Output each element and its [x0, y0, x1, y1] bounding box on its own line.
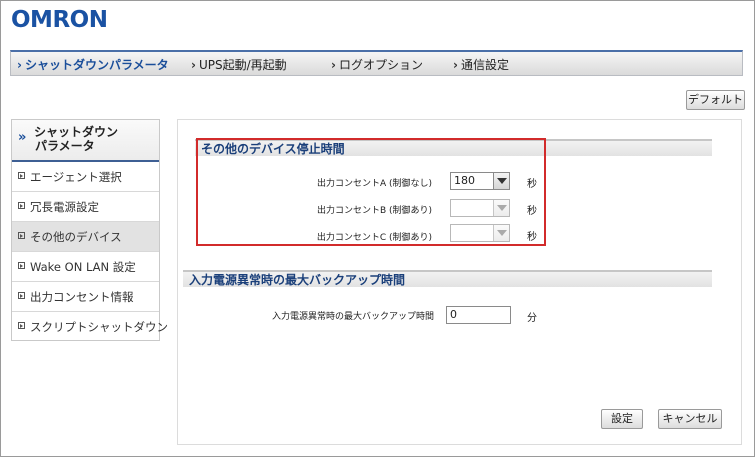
dropdown-arrow-icon [493, 200, 509, 216]
tab-shutdown-parameters[interactable]: › シャットダウンパラメータ [17, 56, 169, 73]
tab-label: 通信設定 [460, 58, 509, 72]
section-max-backup-title: 入力電源異常時の最大バックアップ時間 [183, 270, 712, 287]
outlet-b-unit: 秒 [527, 206, 537, 217]
sidebar-item-label: Wake ON LAN 設定 [30, 260, 136, 274]
tab-log-options[interactable]: › ログオプション [331, 56, 423, 73]
top-navigation: › シャットダウンパラメータ › UPS起動/再起動 › ログオプション › 通信設定 [10, 50, 743, 76]
sidebar-item-label: エージェント選択 [30, 170, 122, 184]
tab-communication-settings[interactable]: › 通信設定 [453, 56, 509, 73]
arrow-box-icon [18, 262, 25, 269]
outlet-a-value: 180 [454, 174, 475, 187]
sidebar-item-label: スクリプトシャットダウン [30, 320, 168, 334]
tab-label: ログオプション [338, 58, 423, 72]
sidebar-item-redundant-power[interactable]: 冗長電源設定 [12, 192, 159, 222]
save-button[interactable]: 設定 [601, 409, 643, 429]
omron-logo: OMRON [11, 7, 108, 33]
chevron-right-icon: › [17, 58, 22, 72]
arrow-box-icon [18, 172, 25, 179]
sidebar-item-outlet-info[interactable]: 出力コンセント情報 [12, 282, 159, 312]
section-other-devices-title: その他のデバイス停止時間 [195, 139, 712, 156]
tab-ups-startup-restart[interactable]: › UPS起動/再起動 [191, 56, 287, 73]
cancel-button[interactable]: キャンセル [658, 409, 722, 429]
outlet-c-label: 出力コンセントC (制御あり) [316, 233, 432, 243]
tab-label: UPS起動/再起動 [198, 58, 287, 72]
outlet-b-label: 出力コンセントB (制御あり) [316, 206, 432, 216]
default-button[interactable]: デフォルト [686, 90, 745, 110]
sidebar-title-line2: パラメータ [35, 139, 95, 153]
arrow-box-icon [18, 292, 25, 299]
dropdown-arrow-icon [493, 173, 509, 189]
arrow-box-icon [18, 322, 25, 329]
sidebar-item-label: 出力コンセント情報 [30, 290, 134, 304]
max-backup-label: 入力電源異常時の最大バックアップ時間 [271, 312, 434, 322]
arrow-box-icon [18, 232, 25, 239]
max-backup-input[interactable]: 0 [446, 306, 511, 324]
chevron-right-icon: › [453, 58, 458, 72]
sidebar-item-script-shutdown[interactable]: スクリプトシャットダウン [12, 312, 168, 341]
outlet-a-label: 出力コンセントA (制御なし) [316, 179, 432, 189]
dropdown-arrow-icon [493, 225, 509, 241]
max-backup-unit: 分 [527, 313, 537, 324]
chevron-right-icon: › [331, 58, 336, 72]
sidebar-title-line1: シャットダウン [34, 125, 119, 139]
sidebar-item-agent-selection[interactable]: エージェント選択 [12, 162, 159, 192]
sidebar-header: » シャットダウン パラメータ [12, 120, 159, 162]
outlet-b-select[interactable] [450, 199, 510, 217]
tab-label: シャットダウンパラメータ [24, 58, 169, 72]
arrow-box-icon [18, 202, 25, 209]
sidebar-item-label: 冗長電源設定 [30, 200, 99, 214]
chevron-right-icon: › [191, 58, 196, 72]
sidebar-item-label: その他のデバイス [30, 230, 122, 244]
outlet-c-select[interactable] [450, 224, 510, 242]
sidebar-item-other-devices[interactable]: その他のデバイス [12, 222, 159, 252]
sidebar-item-wake-on-lan[interactable]: Wake ON LAN 設定 [12, 252, 159, 282]
outlet-a-unit: 秒 [527, 179, 537, 190]
sidebar-title: シャットダウン パラメータ [34, 125, 118, 153]
double-chevron-right-icon: » [18, 130, 27, 145]
outlet-a-select[interactable]: 180 [450, 172, 510, 190]
outlet-c-unit: 秒 [527, 232, 537, 243]
sidebar: » シャットダウン パラメータ エージェント選択 冗長電源設定 その他のデバイス… [11, 119, 168, 341]
